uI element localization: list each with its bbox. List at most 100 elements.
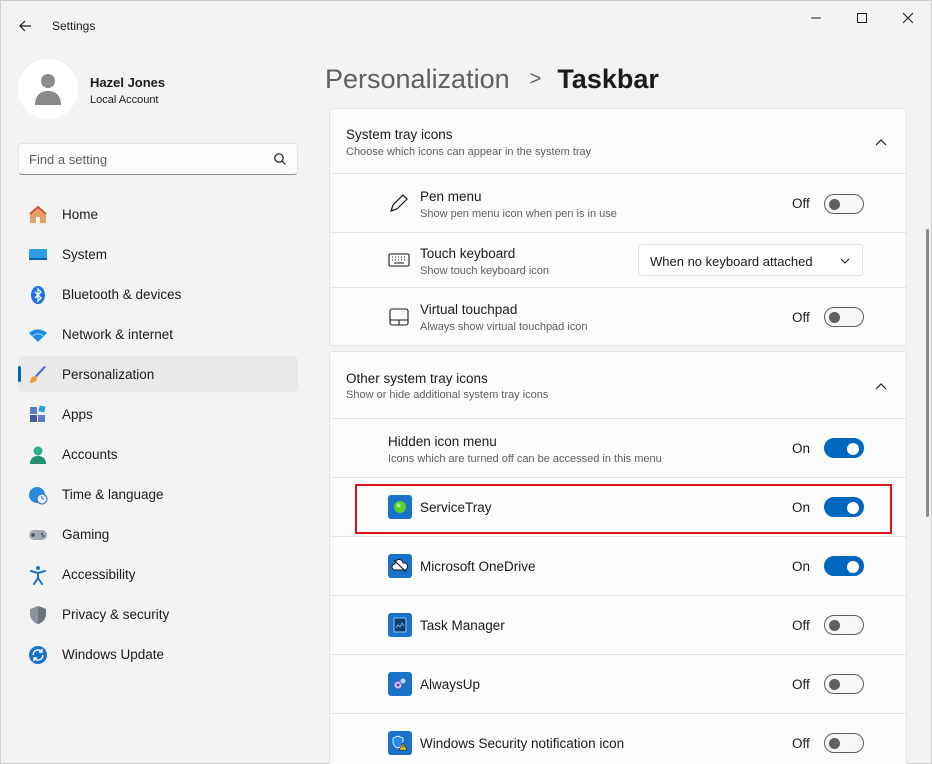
windows-security-toggle[interactable] <box>824 733 864 753</box>
alwaysup-toggle[interactable] <box>824 674 864 694</box>
home-icon <box>29 205 47 223</box>
system-tray-icons-header[interactable]: System tray icons Choose which icons can… <box>329 108 907 174</box>
virtual-touchpad-row: Virtual touchpad Always show virtual tou… <box>329 288 907 346</box>
section-subtitle: Show or hide additional system tray icon… <box>346 389 549 401</box>
sidebar-item-network[interactable]: Network & internet <box>18 316 298 352</box>
section-subtitle: Choose which icons can appear in the sys… <box>346 146 592 158</box>
alwaysup-row: AlwaysUp Off <box>329 655 907 714</box>
profile-name: Hazel Jones <box>90 75 166 90</box>
row-title: ServiceTray <box>420 500 492 515</box>
onedrive-toggle[interactable] <box>824 556 864 576</box>
hidden-icon-menu-toggle[interactable] <box>824 438 864 458</box>
toggle-state-label: Off <box>792 618 810 633</box>
sidebar-item-accessibility[interactable]: Accessibility <box>18 556 298 592</box>
user-profile[interactable]: Hazel Jones Local Account <box>18 59 298 119</box>
sidebar-item-label: Privacy & security <box>62 606 170 622</box>
other-system-tray-icons-header[interactable]: Other system tray icons Show or hide add… <box>329 351 907 419</box>
row-title: Touch keyboard <box>420 246 516 261</box>
task-manager-row: Task Manager Off <box>329 596 907 655</box>
search-icon[interactable] <box>273 152 287 166</box>
keyboard-icon <box>388 253 410 267</box>
row-title: Microsoft OneDrive <box>420 559 536 574</box>
chevron-up-icon[interactable] <box>874 135 888 149</box>
servicetray-icon <box>388 495 412 519</box>
toggle-state-label: On <box>792 441 811 456</box>
wifi-icon <box>29 329 47 342</box>
hidden-icon-menu-row: Hidden icon menu Icons which are turned … <box>329 419 907 478</box>
breadcrumb-parent[interactable]: Personalization <box>325 64 510 95</box>
search-box <box>18 143 298 175</box>
security-warning-icon <box>392 735 408 751</box>
sidebar-item-label: Home <box>62 206 99 222</box>
alwaysup-icon <box>388 672 412 696</box>
person-icon <box>35 74 61 105</box>
apps-icon <box>30 405 46 422</box>
sidebar-item-time-language[interactable]: Time & language <box>18 476 298 512</box>
onedrive-row: Microsoft OneDrive On <box>329 537 907 596</box>
row-title: Pen menu <box>420 189 482 204</box>
row-title: Virtual touchpad <box>420 302 518 317</box>
avatar <box>18 59 78 119</box>
sidebar-item-label: Network & internet <box>62 326 174 342</box>
touchpad-icon <box>389 308 409 326</box>
section-title: Other system tray icons <box>346 371 488 386</box>
clock-globe-icon <box>29 487 48 505</box>
sidebar-item-label: Bluetooth & devices <box>62 286 182 302</box>
onedrive-icon <box>388 554 412 578</box>
brush-icon <box>30 366 46 383</box>
close-button[interactable] <box>885 5 931 31</box>
toggle-state-label: On <box>792 559 811 574</box>
breadcrumb-separator: > <box>529 67 542 90</box>
row-title: AlwaysUp <box>420 677 481 692</box>
minimize-button[interactable] <box>793 5 839 31</box>
toggle-state-label: Off <box>792 196 810 211</box>
sidebar-item-personalization[interactable]: Personalization <box>18 356 298 392</box>
minimize-icon <box>811 17 821 19</box>
sidebar-item-bluetooth[interactable]: Bluetooth & devices <box>18 276 298 312</box>
sidebar-item-gaming[interactable]: Gaming <box>18 516 298 552</box>
sidebar-item-system[interactable]: System <box>18 236 298 272</box>
chevron-up-icon[interactable] <box>874 379 888 393</box>
task-manager-icon <box>388 613 412 637</box>
toggle-state-label: On <box>792 500 811 515</box>
pen-menu-toggle[interactable] <box>824 194 864 214</box>
shield-icon <box>30 606 46 624</box>
row-subtitle: Show pen menu icon when pen is in use <box>420 208 617 220</box>
row-subtitle: Show touch keyboard icon <box>420 265 550 277</box>
profile-account-type: Local Account <box>90 94 159 106</box>
windows-security-icon <box>388 731 412 755</box>
back-button[interactable] <box>13 14 37 38</box>
sidebar-item-label: Accessibility <box>62 566 136 582</box>
row-subtitle: Always show virtual touchpad icon <box>420 321 588 333</box>
toggle-state-label: Off <box>792 310 810 325</box>
sidebar-item-label: Windows Update <box>62 646 165 662</box>
task-manager-toggle[interactable] <box>824 615 864 635</box>
app-title: Settings <box>52 19 96 33</box>
cloud-icon <box>391 559 409 573</box>
close-icon <box>902 12 914 24</box>
title-bar: Settings <box>1 1 931 51</box>
row-title: Hidden icon menu <box>388 434 497 449</box>
servicetray-toggle[interactable] <box>824 497 864 517</box>
system-icon <box>29 249 47 260</box>
scrollbar-thumb[interactable] <box>926 229 929 517</box>
virtual-touchpad-toggle[interactable] <box>824 307 864 327</box>
sidebar-item-accounts[interactable]: Accounts <box>18 436 298 472</box>
sidebar-item-label: Personalization <box>62 366 155 382</box>
section-title: System tray icons <box>346 127 453 142</box>
sidebar-item-privacy[interactable]: Privacy & security <box>18 596 298 632</box>
touch-keyboard-dropdown[interactable]: When no keyboard attached <box>638 244 863 276</box>
gamepad-icon <box>29 530 47 540</box>
gear-icon <box>393 677 407 690</box>
sidebar-item-apps[interactable]: Apps <box>18 396 298 432</box>
row-title: Windows Security notification icon <box>420 736 625 751</box>
maximize-button[interactable] <box>839 5 885 31</box>
sidebar-item-windows-update[interactable]: Windows Update <box>18 636 298 672</box>
chevron-down-icon <box>840 258 850 264</box>
back-arrow-icon <box>19 20 31 32</box>
toggle-state-label: Off <box>792 677 810 692</box>
row-title: Task Manager <box>420 618 505 633</box>
sidebar-item-home[interactable]: Home <box>18 196 298 232</box>
search-input[interactable] <box>19 144 259 174</box>
windows-security-row: Windows Security notification icon Off <box>329 714 907 764</box>
